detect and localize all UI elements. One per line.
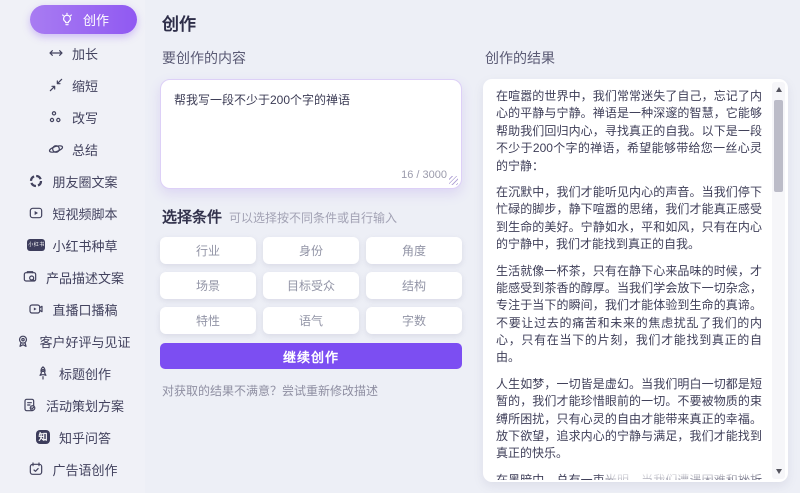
result-text: 在喧嚣的世界中，我们常常迷失了自己，忘记了内心的平静与宁静。禅语是一种深邃的智慧…	[496, 88, 762, 480]
page-title: 创作	[162, 10, 788, 35]
sidebar-item-rewrite[interactable]: 改写	[0, 101, 145, 133]
sidebar-item-label: 缩短	[72, 76, 98, 95]
sidebar-item-label: 小红书种草	[52, 236, 117, 255]
live-broadcast-icon	[27, 300, 45, 318]
condition-button-angle[interactable]: 角度	[366, 237, 462, 264]
scroll-down-icon[interactable]	[772, 465, 785, 478]
condition-button-word-count[interactable]: 字数	[366, 307, 462, 334]
sidebar-item-zhihu-qa[interactable]: 知 知乎问答	[0, 421, 145, 453]
sidebar-item-label: 改写	[72, 108, 98, 127]
review-medal-icon	[14, 332, 32, 350]
sidebar-item-label: 创作	[83, 10, 109, 29]
sidebar-item-title-creation[interactable]: 标题创作	[0, 357, 145, 389]
sidebar-item-label: 广告语创作	[52, 460, 117, 479]
xiaohongshu-badge-icon: 小红书	[27, 236, 45, 254]
sidebar-item-customer-reviews[interactable]: 客户好评与见证	[0, 325, 145, 357]
condition-button-structure[interactable]: 结构	[366, 272, 462, 299]
conditions-subtitle: 可以选择按不同条件或自行输入	[229, 211, 397, 225]
sidebar-item-summarize[interactable]: 总结	[0, 133, 145, 165]
sidebar-item-label: 知乎问答	[59, 428, 111, 447]
sidebar-item-create[interactable]: 创作	[30, 5, 137, 34]
retry-hint: 对获取的结果不满意？尝试重新修改描述	[162, 382, 462, 399]
event-plan-icon	[21, 396, 39, 414]
lengthen-icon	[47, 44, 65, 62]
zhihu-badge-icon: 知	[34, 428, 52, 446]
short-video-icon	[27, 204, 45, 222]
result-paragraph: 在黑暗中，总有一束光明。当我们遭遇困难和挫折时，不要放弃希望，因为只有在黑暗中，…	[496, 472, 762, 480]
sidebar-item-event-planning[interactable]: 活动策划方案	[0, 389, 145, 421]
sidebar-item-xiaohongshu[interactable]: 小红书 小红书种草	[0, 229, 145, 261]
sidebar-item-label: 直播口播稿	[52, 300, 117, 319]
condition-button-identity[interactable]: 身份	[263, 237, 359, 264]
shorten-icon	[47, 76, 65, 94]
sidebar-item-label: 标题创作	[59, 364, 111, 383]
compose-input[interactable]: 帮我写一段不少于200个字的禅语	[161, 80, 461, 162]
result-label: 创作的结果	[485, 48, 788, 68]
scrollbar-thumb[interactable]	[774, 100, 783, 192]
result-paragraph: 在喧嚣的世界中，我们常常迷失了自己，忘记了内心的平静与宁静。禅语是一种深邃的智慧…	[496, 88, 762, 175]
main-content: 创作 要创作的内容 帮我写一段不少于200个字的禅语 16 / 3000 选择条…	[145, 0, 800, 493]
compose-column: 要创作的内容 帮我写一段不少于200个字的禅语 16 / 3000 选择条件可以…	[160, 48, 462, 482]
scroll-up-icon[interactable]	[772, 83, 785, 96]
app-window: 创作 加长 缩短 改写 总结	[0, 0, 800, 493]
sidebar-item-label: 产品描述文案	[46, 268, 124, 287]
condition-button-characteristics[interactable]: 特性	[160, 307, 256, 334]
compose-card: 帮我写一段不少于200个字的禅语 16 / 3000	[160, 79, 462, 189]
ad-calendar-icon	[27, 460, 45, 478]
rewrite-icon	[47, 108, 65, 126]
result-paragraph: 生活就像一杯茶，只有在静下心来品味的时候，才能感受到茶香的醇厚。当我们学会放下一…	[496, 263, 762, 367]
resize-handle[interactable]	[449, 176, 458, 185]
compose-label: 要创作的内容	[162, 48, 462, 68]
sidebar-item-label: 短视频脚本	[52, 204, 117, 223]
sidebar-item-label: 加长	[72, 44, 98, 63]
sidebar-item-product-description[interactable]: 产品描述文案	[0, 261, 145, 293]
condition-button-industry[interactable]: 行业	[160, 237, 256, 264]
sidebar-item-live-broadcast-script[interactable]: 直播口播稿	[0, 293, 145, 325]
moments-icon	[27, 172, 45, 190]
condition-button-scene[interactable]: 场景	[160, 272, 256, 299]
result-box: 在喧嚣的世界中，我们常常迷失了自己，忘记了内心的平静与宁静。禅语是一种深邃的智慧…	[483, 79, 788, 482]
sidebar-item-label: 朋友圈文案	[52, 172, 117, 191]
condition-button-target-audience[interactable]: 目标受众	[263, 272, 359, 299]
continue-create-button[interactable]: 继续创作	[160, 343, 462, 369]
result-column: 创作的结果 在喧嚣的世界中，我们常常迷失了自己，忘记了内心的平静与宁静。禅语是一…	[483, 48, 788, 482]
conditions-header: 选择条件可以选择按不同条件或自行输入	[162, 206, 462, 227]
sidebar-item-shorten[interactable]: 缩短	[0, 69, 145, 101]
sidebar-item-lengthen[interactable]: 加长	[0, 37, 145, 69]
condition-button-tone[interactable]: 语气	[263, 307, 359, 334]
sidebar-item-short-video-script[interactable]: 短视频脚本	[0, 197, 145, 229]
bulb-icon	[58, 11, 76, 29]
sidebar-item-slogan-creation[interactable]: 广告语创作	[0, 453, 145, 485]
product-description-icon	[21, 268, 39, 286]
result-paragraph: 人生如梦，一切皆是虚幻。当我们明白一切都是短暂的，我们才能珍惜眼前的一切。不要被…	[496, 376, 762, 463]
sidebar-item-label: 总结	[72, 140, 98, 159]
result-scrollbar[interactable]	[772, 82, 785, 479]
conditions-title: 选择条件	[162, 209, 222, 226]
char-counter: 16 / 3000	[401, 169, 447, 181]
conditions-grid: 行业 身份 角度 场景 目标受众 结构 特性 语气 字数	[160, 237, 462, 334]
sidebar-item-moments-copy[interactable]: 朋友圈文案	[0, 165, 145, 197]
summarize-icon	[47, 140, 65, 158]
sidebar-item-label: 活动策划方案	[46, 396, 124, 415]
rocket-icon	[34, 364, 52, 382]
sidebar-item-label: 客户好评与见证	[39, 332, 130, 351]
sidebar: 创作 加长 缩短 改写 总结	[0, 0, 145, 493]
result-paragraph: 在沉默中，我们才能听见内心的声音。当我们停下忙碌的脚步，静下喧嚣的思绪，我们才能…	[496, 184, 762, 254]
